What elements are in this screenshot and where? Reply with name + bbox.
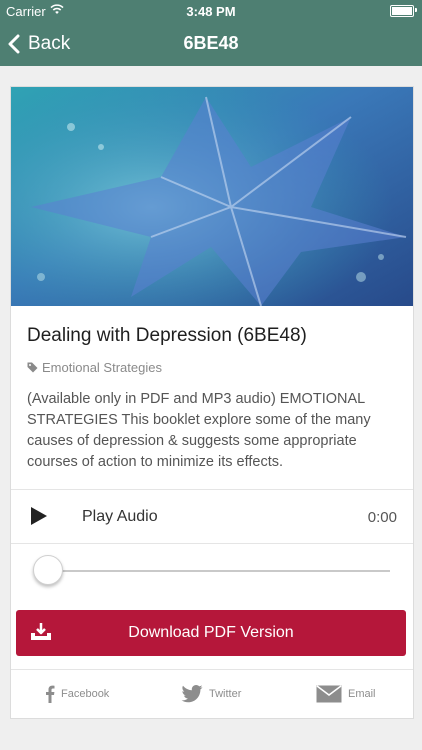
facebook-label: Facebook [61,688,110,700]
twitter-label: Twitter [209,688,242,700]
battery-icon [390,5,414,17]
cover-image [11,87,413,306]
audio-time: 0:00 [367,509,397,526]
share-twitter[interactable]: Twitter [181,679,241,709]
nav-title: 6BE48 [183,33,239,53]
download-label: Download PDF Version [128,624,294,641]
audio-row: Play Audio 0:00 [11,489,413,543]
status-time: 3:48 PM [186,4,236,19]
category-tag[interactable]: Emotional Strategies [27,360,162,375]
resource-card: Dealing with Depression (6BE48) Emotiona… [10,86,414,719]
divider [11,543,413,544]
facebook-icon [46,685,55,703]
play-audio-label[interactable]: Play Audio [82,508,158,526]
audio-progress-slider[interactable] [33,555,390,585]
slider-thumb[interactable] [33,555,63,585]
slider-track [45,570,390,572]
email-label: Email [348,688,376,700]
email-icon [316,685,342,703]
download-pdf-button[interactable]: Download PDF Version [16,610,406,656]
twitter-icon [181,685,203,703]
status-bar: Carrier 3:48 PM [0,0,422,22]
top-bar: Carrier 3:48 PM Back 6BE48 [0,0,422,66]
download-icon [31,623,51,640]
battery-tip [415,8,417,12]
tag-icon [27,362,38,373]
resource-title: Dealing with Depression (6BE48) [27,325,307,346]
navigation-bar: Back 6BE48 [0,22,422,66]
share-email[interactable]: Email [316,679,376,709]
play-icon[interactable] [29,506,49,526]
resource-description: (Available only in PDF and MP3 audio) EM… [27,391,371,470]
share-facebook[interactable]: Facebook [45,679,109,709]
divider [11,669,413,670]
category-label: Emotional Strategies [42,360,162,375]
